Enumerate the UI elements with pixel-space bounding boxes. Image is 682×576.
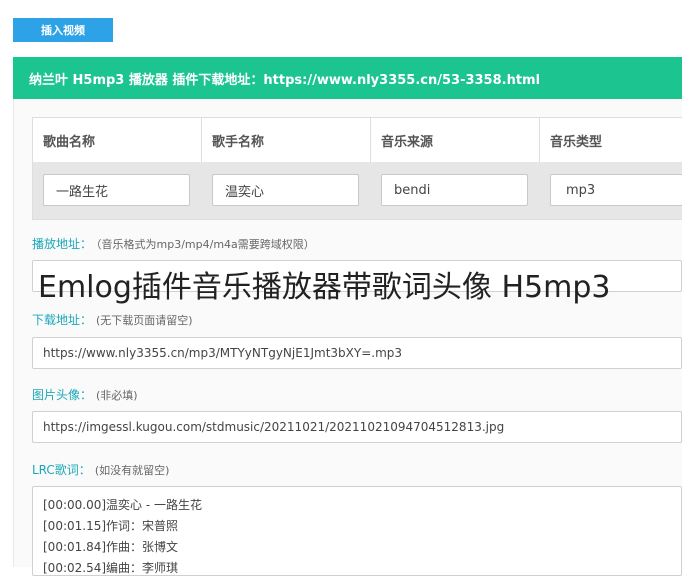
header-music-type: 音乐类型 bbox=[550, 134, 603, 150]
header-music-source: 音乐来源 bbox=[371, 118, 540, 162]
cover-label-text: 图片头像： bbox=[32, 388, 93, 402]
play-url-hint: （音乐格式为mp3/mp4/m4a需要跨域权限） bbox=[96, 238, 315, 251]
lrc-line: [00:01.84]作曲：张博文 bbox=[43, 540, 179, 554]
header-artist-name: 歌手名称 bbox=[202, 118, 371, 162]
overlay-title: Emlog插件音乐播放器带歌词头像 H5mp3 bbox=[38, 270, 611, 305]
cover-label: 图片头像： (非必填) bbox=[32, 386, 138, 403]
table-row: 一路生花 温奕心 bendi mp3 bbox=[33, 162, 682, 219]
lrc-line: [00:00.00]温奕心 - 一路生花 bbox=[43, 498, 202, 512]
cover-url-input[interactable]: https://imgessl.kugou.com/stdmusic/20211… bbox=[32, 411, 682, 443]
play-url-label: 播放地址： （音乐格式为mp3/mp4/m4a需要跨域权限） bbox=[32, 235, 315, 252]
lrc-textarea[interactable]: [00:00.00]温奕心 - 一路生花 [00:01.15]作词：宋普照 [0… bbox=[32, 486, 682, 576]
panel-header: 纳兰叶 H5mp3 播放器 插件下载地址：https://www.nly3355… bbox=[13, 57, 682, 99]
lrc-line: [00:02.54]编曲：李师琪 bbox=[43, 561, 179, 575]
lrc-label-text: LRC歌词： bbox=[32, 463, 91, 477]
download-url-label-text: 下载地址： bbox=[32, 313, 93, 327]
lrc-line: [00:01.15]作词：宋普照 bbox=[43, 519, 179, 533]
play-url-label-text: 播放地址： bbox=[32, 237, 93, 251]
download-url-hint: (无下载页面请留空) bbox=[96, 314, 193, 327]
panel-title: 纳兰叶 H5mp3 播放器 插件下载地址：https://www.nly3355… bbox=[29, 72, 541, 88]
lrc-label: LRC歌词： (如没有就留空) bbox=[32, 461, 169, 478]
header-song-name: 歌曲名称 bbox=[33, 118, 202, 162]
insert-video-button[interactable]: 插入视频 bbox=[13, 18, 113, 42]
music-type-input[interactable]: mp3 bbox=[550, 174, 682, 206]
artist-name-input[interactable]: 温奕心 bbox=[212, 174, 359, 206]
download-url-label: 下载地址： (无下载页面请留空) bbox=[32, 311, 193, 328]
cover-hint: (非必填) bbox=[96, 389, 138, 402]
song-name-input[interactable]: 一路生花 bbox=[43, 174, 190, 206]
download-url-input[interactable]: https://www.nly3355.cn/mp3/MTYyNTgyNjE1J… bbox=[32, 337, 682, 369]
song-info-table: 歌曲名称 歌手名称 音乐来源 音乐类型 一路生花 温奕心 bendi mp3 bbox=[32, 117, 682, 220]
music-source-input[interactable]: bendi bbox=[381, 174, 528, 206]
lrc-hint: (如没有就留空) bbox=[94, 464, 170, 477]
